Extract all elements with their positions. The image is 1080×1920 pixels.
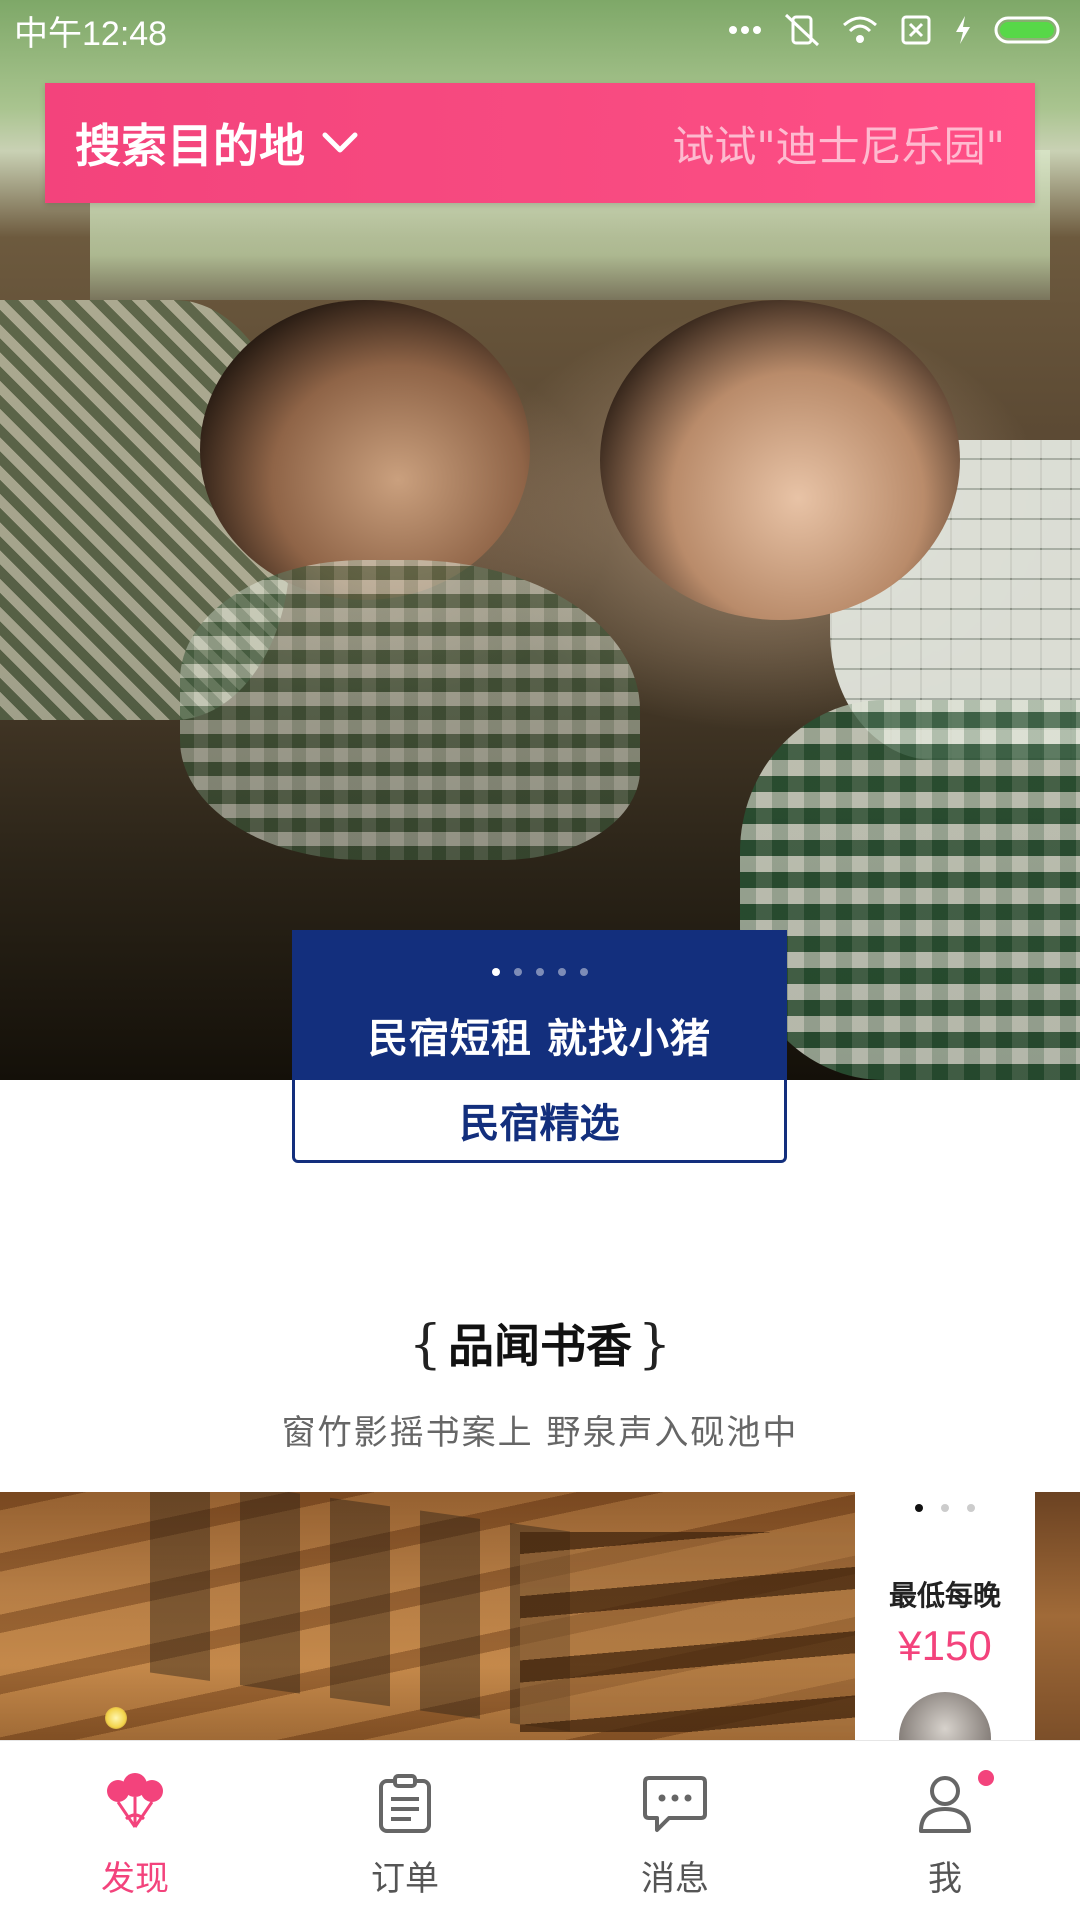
sim-card-x-icon [901,15,931,45]
tab-label: 消息 [641,1859,709,1899]
section-title: {品闻书香} [0,1310,1080,1376]
tab-discover[interactable]: 发现 [0,1741,270,1920]
tab-label: 发现 [101,1859,169,1899]
page-dot [941,1504,949,1512]
photo-shape [520,1532,855,1732]
banner-page-indicator [491,968,588,976]
next-listing-photo[interactable] [1035,1492,1080,1740]
search-label: 搜索目的地 [75,119,305,173]
banner-card[interactable]: 民宿短租 就找小猪 [292,930,787,1080]
balloons-icon [102,1771,168,1837]
brace-open: { [408,1315,442,1375]
wifi-icon [843,16,877,43]
vibrate-off-icon [784,13,820,47]
status-time: 中午12:48 [14,14,168,53]
destination-selector[interactable]: 搜索目的地 [75,110,359,176]
clipboard-icon [372,1771,438,1837]
photo-shape [600,300,960,620]
price-label: 最低每晚 [888,1579,1001,1612]
page-dot [915,1504,923,1512]
notification-badge [978,1770,994,1786]
status-icons [728,13,1064,47]
page-dot [513,968,522,976]
battery-icon [994,16,1060,44]
listing-page-indicator [855,1504,1035,1512]
charging-bolt-icon [956,16,970,44]
tab-label: 我 [928,1859,962,1899]
destination-search-bar[interactable]: 搜索目的地 试试"迪士尼乐园" [45,83,1035,203]
tab-messages[interactable]: 消息 [540,1741,810,1920]
tab-orders[interactable]: 订单 [270,1741,540,1920]
page-dot [557,968,566,976]
status-bar: 中午12:48 [0,0,1080,60]
search-hint[interactable]: 试试"迪士尼乐园" [672,113,1005,174]
banner-title: 民宿短租 就找小猪 [368,1016,711,1062]
price-value: ¥150 [898,1622,992,1669]
chevron-down-icon [322,132,358,153]
featured-homestays-label: 民宿精选 [459,1101,620,1147]
listing-photo[interactable] [0,1492,855,1740]
page-dot [579,968,588,976]
listing-price-card[interactable]: 最低每晚 ¥150 [855,1492,1035,1740]
tab-label: 订单 [371,1859,439,1899]
tab-me[interactable]: 我 [810,1741,1080,1920]
section-subtitle: 窗竹影摇书案上 野泉声入砚池中 [281,1413,799,1453]
photo-shape [180,560,640,860]
page-dot [491,968,500,976]
photo-shape [200,300,530,600]
host-avatar[interactable] [899,1692,991,1740]
photo-shape [150,1492,570,1732]
page-dot [535,968,544,976]
person-icon [912,1771,978,1837]
photo-shape [105,1707,127,1729]
more-dots-icon [729,26,761,34]
brace-close: } [638,1315,672,1375]
bottom-tab-bar: 发现 订单 消息 我 [0,1740,1080,1920]
featured-homestays-button[interactable]: 民宿精选 [292,1080,787,1163]
chat-bubble-icon [642,1771,708,1837]
section-title-text: 品闻书香 [448,1319,632,1373]
page-dot [967,1504,975,1512]
photo-shape [740,700,1080,1080]
